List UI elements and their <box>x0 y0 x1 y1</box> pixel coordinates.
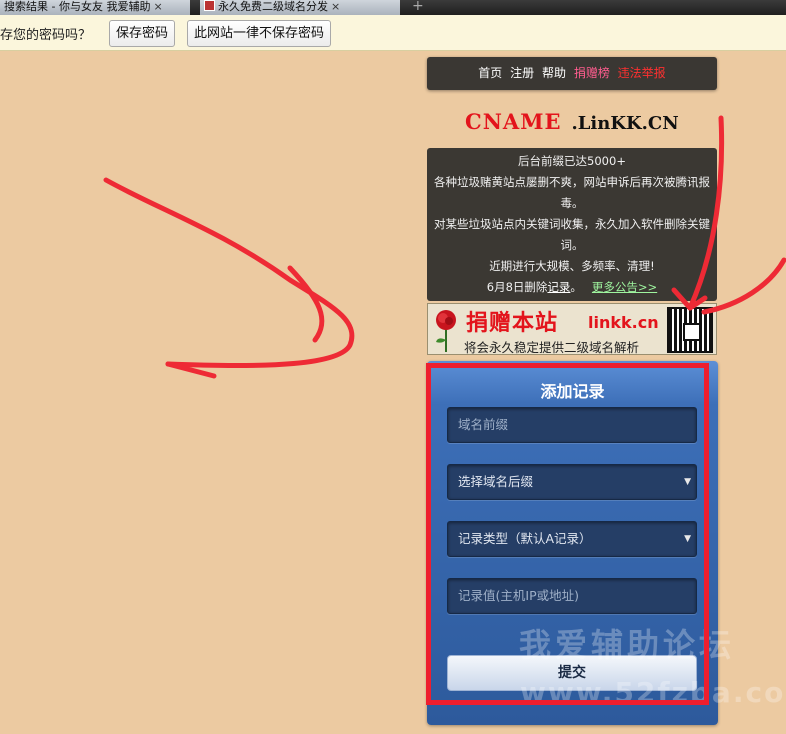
add-record-title: 添加记录 <box>540 382 605 401</box>
notice-line: 对某些垃圾站点内关键词收集，永久加入软件删除关键词。 <box>434 217 710 252</box>
qr-code-icon <box>667 307 713 353</box>
domain-suffix-select[interactable]: 选择域名后缀 ▼ <box>447 464 697 500</box>
donate-subtitle: 将会永久稳定提供二级域名解析 <box>464 340 640 355</box>
record-type-value: 记录类型（默认A记录） <box>458 531 592 546</box>
new-tab-icon[interactable]: + <box>412 0 424 14</box>
nav-donate-list-link[interactable]: 捐赠榜 <box>574 66 610 80</box>
tab-close-icon[interactable]: × <box>331 0 340 13</box>
watermark-text: 我爱辅助论坛 <box>519 626 736 664</box>
notice-line: 各种垃圾赌黄站点屡删不爽，网站申诉后再次被腾讯报毒。 <box>434 175 710 210</box>
domain-suffix-value: 选择域名后缀 <box>458 474 534 489</box>
browser-tab-strip: 搜索结果 - 你与女友 我爱辅助 × 永久免费二级域名分发 × + <box>0 0 786 15</box>
save-password-bar: 存您的密码吗？ 保存密码 此网站一律不保存密码 <box>0 15 786 51</box>
annotation-arrow-left <box>103 177 355 369</box>
browser-tab-active[interactable]: 永久免费二级域名分发 × <box>200 0 400 15</box>
nav-report-link[interactable]: 违法举报 <box>618 66 666 80</box>
nav-home-link[interactable]: 首页 <box>478 66 502 80</box>
domain-prefix-input[interactable]: 域名前缀 <box>447 407 697 443</box>
donate-title: 捐赠本站 <box>466 311 559 336</box>
site-logo[interactable]: CNAME .LinKK.CN <box>465 109 679 134</box>
record-value-input[interactable]: 记录值(主机IP或地址) <box>447 578 697 614</box>
record-link[interactable]: 记录 <box>547 280 570 294</box>
logo-domain: .LinKK.CN <box>571 113 679 134</box>
notice-line: 6月8日删除记录。 更多公告>> <box>429 277 715 298</box>
tab-label: 永久免费二级域名分发 <box>218 0 328 13</box>
add-record-panel: 添加记录 域名前缀 选择域名后缀 ▼ 记录类型（默认A记录） ▼ 记录值(主机I… <box>427 361 718 725</box>
save-password-question: 存您的密码吗？ <box>0 28 92 43</box>
logo-cname: CNAME <box>465 109 562 134</box>
tab-label: 搜索结果 - 你与女友 我爱辅助 <box>4 0 151 13</box>
tab-close-icon[interactable]: × <box>153 0 162 13</box>
browser-tab-search[interactable]: 搜索结果 - 你与女友 我爱辅助 × <box>0 0 190 15</box>
annotation-arrow-left-stroke2 <box>287 265 325 343</box>
top-nav: 首页 注册 帮助 捐赠榜 违法举报 <box>427 57 717 90</box>
more-announcements-link[interactable]: 更多公告>> <box>592 280 657 294</box>
annotation-arrow-left-head <box>165 361 217 379</box>
notice-text: 。 <box>570 280 582 294</box>
save-password-button[interactable]: 保存密码 <box>109 20 176 47</box>
never-save-password-button[interactable]: 此网站一律不保存密码 <box>187 20 332 47</box>
announcement-box: 后台前缀已达5000+ 各种垃圾赌黄站点屡删不爽，网站申诉后再次被腾讯报毒。 对… <box>427 148 717 301</box>
notice-line: 后台前缀已达5000+ <box>518 154 626 168</box>
notice-text: 6月8日删除 <box>486 280 548 294</box>
watermark-url: www.52fzba.com <box>520 676 786 709</box>
notice-line: 近期进行大规模、多频率、清理! <box>489 259 655 273</box>
nav-register-link[interactable]: 注册 <box>510 66 534 80</box>
nav-help-link[interactable]: 帮助 <box>542 66 566 80</box>
donate-site: linkk.cn <box>588 313 659 332</box>
favicon-icon <box>204 0 215 11</box>
donate-banner[interactable]: 捐赠本站 linkk.cn 将会永久稳定提供二级域名解析 <box>427 303 717 355</box>
chevron-down-icon: ▼ <box>684 534 691 544</box>
rose-icon <box>436 310 456 352</box>
chevron-down-icon: ▼ <box>684 477 691 487</box>
record-type-select[interactable]: 记录类型（默认A记录） ▼ <box>447 521 697 557</box>
